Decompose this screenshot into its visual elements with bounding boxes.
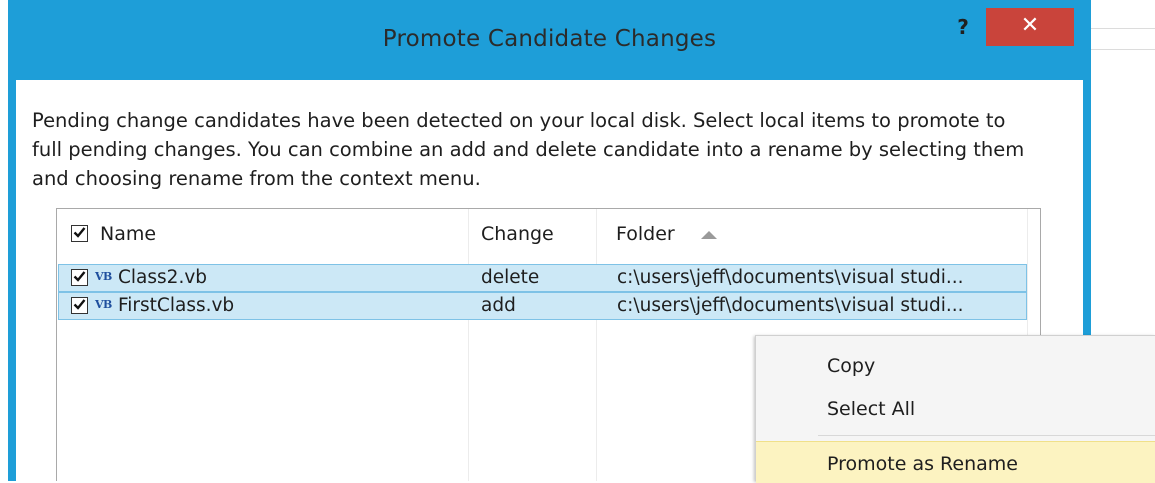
title-bar[interactable]: Promote Candidate Changes ? ✕	[8, 0, 1091, 80]
menu-item-copy[interactable]: Copy	[756, 346, 1155, 384]
menu-item-select-all[interactable]: Select All	[756, 389, 1155, 427]
menu-item-label: Promote as Rename	[827, 453, 1018, 475]
table-row[interactable]: VB Class2.vb delete c:\users\jeff\docume…	[58, 264, 1027, 292]
checkmark-icon	[73, 299, 86, 310]
menu-item-promote-as-rename[interactable]: Promote as Rename	[756, 441, 1155, 483]
help-button[interactable]: ?	[952, 14, 974, 40]
close-button[interactable]: ✕	[986, 8, 1074, 46]
column-header-folder[interactable]: Folder	[616, 221, 675, 247]
table-row[interactable]: VB FirstClass.vb add c:\users\jeff\docum…	[58, 292, 1027, 320]
close-icon: ✕	[1020, 13, 1040, 38]
row-folder: c:\users\jeff\documents\visual studi...	[617, 295, 964, 316]
row-checkbox[interactable]	[71, 297, 88, 314]
menu-item-label: Copy	[827, 355, 876, 377]
list-header: Name Change Folder	[57, 209, 1040, 259]
row-change: add	[481, 295, 516, 316]
vb-file-icon: VB	[95, 270, 112, 283]
menu-separator	[818, 435, 1155, 436]
checkmark-icon	[73, 271, 86, 282]
checkmark-icon	[73, 227, 86, 238]
description-text: Pending change candidates have been dete…	[32, 109, 1025, 190]
row-change: delete	[481, 267, 540, 288]
vb-file-icon: VB	[95, 298, 112, 311]
column-header-change[interactable]: Change	[481, 221, 554, 247]
row-name: Class2.vb	[118, 267, 208, 288]
background-window-edge	[1088, 28, 1155, 50]
row-checkbox[interactable]	[71, 269, 88, 286]
row-folder: c:\users\jeff\documents\visual studi...	[617, 267, 964, 288]
dialog-title: Promote Candidate Changes	[382, 26, 717, 52]
context-menu: Copy Select All Promote as Rename	[755, 335, 1155, 483]
column-header-name[interactable]: Name	[100, 221, 156, 247]
row-name: FirstClass.vb	[118, 295, 235, 316]
sort-ascending-icon	[701, 231, 717, 239]
menu-item-label: Select All	[827, 398, 916, 420]
select-all-checkbox[interactable]	[71, 225, 88, 242]
